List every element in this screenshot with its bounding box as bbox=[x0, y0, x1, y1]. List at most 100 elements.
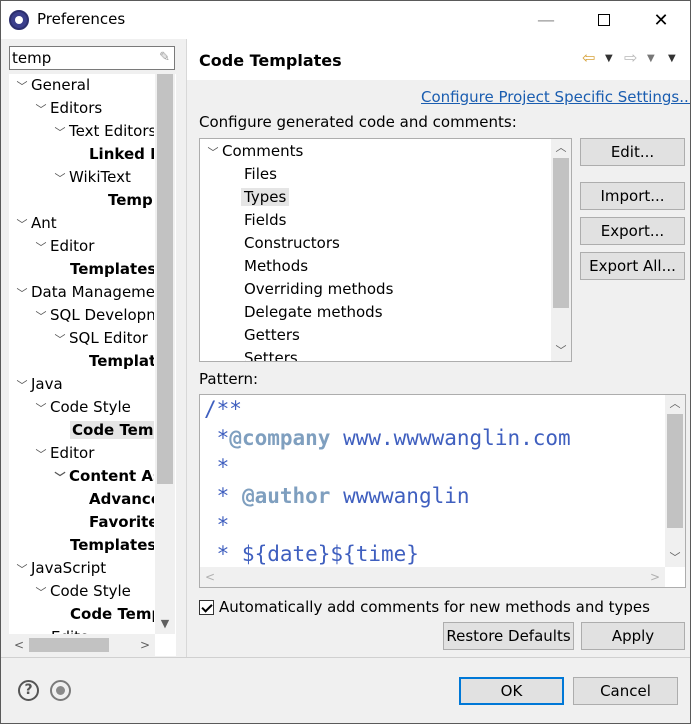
scroll-down-icon[interactable]: ﹀ bbox=[551, 342, 571, 360]
scroll-right-icon[interactable]: > bbox=[645, 567, 665, 587]
tree-item[interactable]: ﹀ SQL Developn bbox=[32, 304, 155, 328]
template-category-tree[interactable]: ﹀ Comments Files Types Fields Constructors Met… bbox=[199, 138, 572, 362]
tree-item[interactable]: ﹀ Data Manageme bbox=[13, 281, 155, 305]
forward-dropdown-icon[interactable]: ▼ bbox=[647, 53, 655, 64]
tree-item[interactable]: ﹀ Editors bbox=[32, 97, 103, 121]
chevron-down-icon[interactable]: ﹀ bbox=[51, 328, 69, 351]
category-scroll-thumb[interactable] bbox=[553, 158, 569, 308]
tree-item[interactable]: Templat bbox=[70, 350, 154, 373]
tree-item[interactable]: Code Temp bbox=[51, 419, 154, 442]
view-menu-icon[interactable]: ▼ bbox=[668, 53, 676, 64]
category-item[interactable]: Overriding methods bbox=[244, 278, 393, 301]
forward-arrow-icon[interactable]: ⇨ bbox=[624, 48, 637, 67]
help-icon[interactable]: ? bbox=[18, 680, 39, 701]
tree-item[interactable]: Advance bbox=[70, 488, 154, 511]
tree-scroll-thumb[interactable] bbox=[157, 74, 173, 484]
chevron-down-icon[interactable]: ﹀ bbox=[13, 374, 31, 397]
category-item[interactable]: Getters bbox=[244, 324, 300, 347]
minimize-button[interactable]: — bbox=[517, 1, 575, 39]
maximize-button[interactable] bbox=[575, 1, 633, 39]
apply-button[interactable]: Apply bbox=[581, 622, 685, 650]
category-item[interactable]: Methods bbox=[244, 255, 308, 278]
scroll-right-icon[interactable]: > bbox=[135, 634, 155, 656]
close-button[interactable]: ✕ bbox=[632, 1, 690, 39]
category-item[interactable]: Delegate methods bbox=[244, 301, 383, 324]
tree-item[interactable]: ﹀ Editor bbox=[32, 235, 95, 259]
category-item[interactable]: Setters bbox=[244, 347, 298, 361]
tree-item[interactable]: Templates bbox=[51, 258, 154, 281]
tree-item[interactable]: ﹀ JavaScript bbox=[13, 557, 107, 581]
import-button[interactable]: Import... bbox=[580, 182, 685, 210]
tree-item-label: WikiText bbox=[69, 168, 131, 186]
tree-item[interactable]: Templ bbox=[89, 189, 154, 212]
chevron-down-icon[interactable]: ﹀ bbox=[51, 167, 69, 190]
cancel-button[interactable]: Cancel bbox=[573, 677, 678, 705]
chevron-down-icon[interactable]: ﹀ bbox=[32, 236, 50, 259]
export-all-button[interactable]: Export All... bbox=[580, 252, 685, 280]
back-dropdown-icon[interactable]: ▼ bbox=[605, 53, 613, 64]
tree-item[interactable]: ﹀ Code Style bbox=[32, 580, 131, 603]
chevron-down-icon[interactable]: ﹀ bbox=[32, 98, 50, 121]
chevron-down-icon[interactable]: ﹀ bbox=[51, 466, 69, 489]
tree-item[interactable]: ﹀ SQL Editor bbox=[51, 327, 148, 350]
scroll-up-icon[interactable]: ︿ bbox=[551, 139, 571, 157]
tree-item[interactable]: Code Temp bbox=[51, 603, 154, 626]
tree-item[interactable]: ﹀ Code Style bbox=[32, 396, 131, 419]
tree-item[interactable]: ﹀ Java bbox=[13, 373, 63, 396]
chevron-down-icon[interactable]: ﹀ bbox=[13, 282, 31, 305]
chevron-down-icon[interactable]: ﹀ bbox=[204, 141, 222, 164]
chevron-down-icon[interactable]: ﹀ bbox=[51, 121, 69, 144]
restore-defaults-button[interactable]: Restore Defaults bbox=[443, 622, 574, 650]
ok-button[interactable]: OK bbox=[459, 677, 564, 705]
chevron-down-icon[interactable]: ﹀ bbox=[32, 305, 50, 328]
chevron-down-icon[interactable]: ﹀ bbox=[32, 443, 50, 466]
category-item[interactable]: Files bbox=[244, 163, 277, 186]
project-settings-link[interactable]: Configure Project Specific Settings... bbox=[421, 88, 690, 106]
scroll-down-icon[interactable]: ﹀ bbox=[665, 549, 685, 567]
chevron-down-icon[interactable]: ﹀ bbox=[32, 581, 50, 604]
sash[interactable] bbox=[186, 39, 187, 657]
tree-item[interactable]: Templates bbox=[51, 534, 154, 557]
tree-item[interactable]: Favorites bbox=[70, 511, 154, 534]
filter-field[interactable]: ✎ bbox=[9, 46, 175, 70]
category-scrollbar[interactable]: ︿ ﹀ bbox=[551, 139, 571, 361]
tree-item[interactable]: ﹀ Editor bbox=[32, 442, 95, 466]
category-item[interactable]: Fields bbox=[244, 209, 286, 232]
tree-item[interactable]: Edito bbox=[32, 626, 89, 634]
pattern-scroll-thumb[interactable] bbox=[667, 414, 683, 528]
scroll-up-icon[interactable]: ︿ bbox=[665, 395, 685, 413]
tree-horizontal-scrollbar[interactable]: < > bbox=[9, 634, 155, 656]
tree-item[interactable]: ﹀ Content As bbox=[51, 465, 155, 489]
tree-hscroll-thumb[interactable] bbox=[29, 638, 109, 652]
filter-input[interactable] bbox=[10, 47, 150, 69]
category-item-label: Constructors bbox=[244, 234, 340, 252]
chevron-down-icon[interactable]: ﹀ bbox=[13, 558, 31, 581]
chevron-down-icon[interactable]: ﹀ bbox=[13, 213, 31, 236]
pattern-vertical-scrollbar[interactable]: ︿ ﹀ bbox=[665, 395, 685, 567]
tree-item[interactable]: ﹀ Text Editors bbox=[51, 120, 155, 144]
chevron-down-icon[interactable]: ﹀ bbox=[32, 397, 50, 420]
auto-comments-option[interactable]: Automatically add comments for new metho… bbox=[199, 597, 650, 617]
category-item[interactable]: Constructors bbox=[244, 232, 340, 255]
title-bar: Preferences — ✕ bbox=[1, 1, 690, 39]
scroll-left-icon[interactable]: < bbox=[200, 567, 220, 587]
preference-tree[interactable]: ﹀General﹀Editors﹀Text EditorsLinked M﹀Wi… bbox=[9, 74, 176, 656]
category-item[interactable]: Types bbox=[241, 186, 290, 209]
pattern-horizontal-scrollbar[interactable]: < > bbox=[200, 567, 665, 587]
tree-item[interactable]: Linked M bbox=[70, 143, 154, 166]
record-icon[interactable] bbox=[50, 680, 71, 701]
clear-filter-icon[interactable]: ✎ bbox=[159, 50, 170, 65]
category-root[interactable]: ﹀ Comments bbox=[204, 140, 304, 164]
scroll-down-icon[interactable]: ▼ bbox=[155, 614, 175, 634]
tree-item[interactable]: ﹀ WikiText bbox=[51, 166, 131, 189]
scroll-left-icon[interactable]: < bbox=[9, 634, 29, 656]
pattern-editor[interactable]: /** *@company www.wwwwanglin.com * * @au… bbox=[199, 394, 686, 588]
edit-button[interactable]: Edit... bbox=[580, 138, 685, 166]
back-arrow-icon[interactable]: ⇦ bbox=[582, 48, 595, 67]
auto-comments-checkbox[interactable] bbox=[199, 599, 214, 615]
tree-vertical-scrollbar[interactable]: ▼ bbox=[155, 74, 175, 634]
tree-item[interactable]: ﹀ General bbox=[13, 74, 91, 98]
export-button[interactable]: Export... bbox=[580, 217, 685, 245]
chevron-down-icon[interactable]: ﹀ bbox=[13, 75, 31, 98]
tree-item[interactable]: ﹀ Ant bbox=[13, 212, 57, 235]
